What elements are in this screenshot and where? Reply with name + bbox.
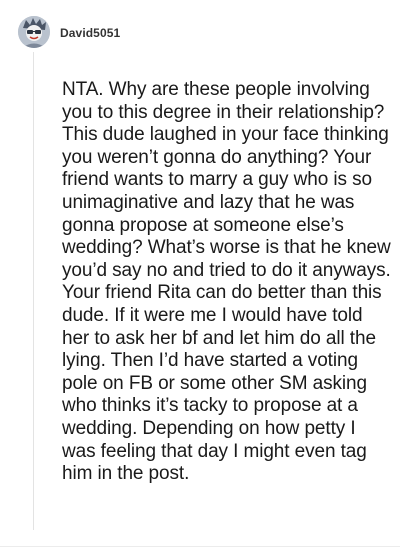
comment-card: David5051 NTA. Why are these people invo…	[0, 0, 400, 547]
comment-author[interactable]: David5051	[60, 26, 120, 40]
user-avatar[interactable]	[18, 16, 50, 48]
comment-text: NTA. Why are these people involving you …	[62, 79, 391, 485]
avatar-image-icon	[18, 16, 50, 48]
thread-line	[33, 52, 34, 530]
